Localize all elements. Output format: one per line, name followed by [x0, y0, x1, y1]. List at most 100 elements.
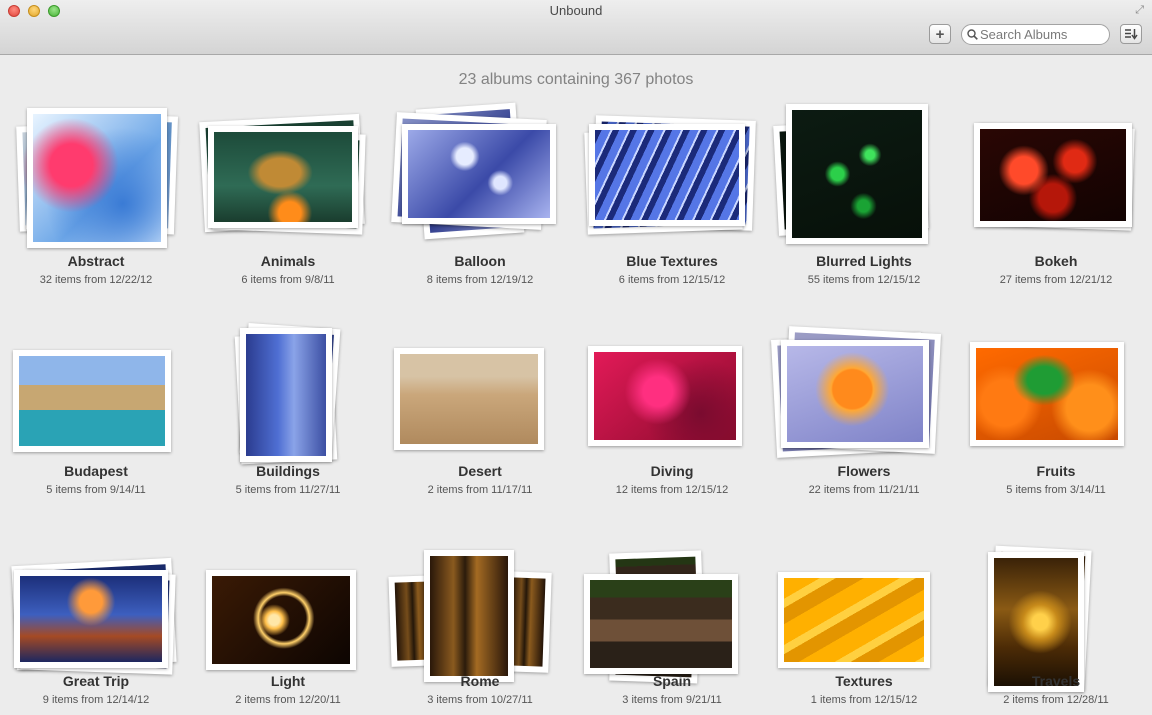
- album-title: Textures: [835, 673, 893, 689]
- album-title: Great Trip: [62, 673, 130, 689]
- album-abstract[interactable]: Abstract 32 items from 12/22/12: [0, 96, 192, 301]
- album-item-count: 12 items from 12/15/12: [615, 484, 729, 496]
- escalator-image: [20, 576, 162, 662]
- toolbar: Unbound ⤢ +: [0, 0, 1152, 55]
- album-title: Rome: [460, 673, 500, 689]
- sort-button[interactable]: [1120, 24, 1142, 44]
- album-blurred-lights[interactable]: Blurred Lights 55 items from 12/15/12: [768, 96, 960, 301]
- album-cover-photo[interactable]: [394, 348, 544, 450]
- album-cover-photo[interactable]: [206, 570, 356, 670]
- pink-coral-image: [594, 352, 736, 440]
- butterfly-image: [214, 132, 352, 222]
- album-photo-stack[interactable]: [768, 96, 960, 246]
- desert-walker-image: [400, 354, 538, 444]
- album-item-count: 3 items from 10/27/11: [427, 694, 533, 706]
- album-photo-stack[interactable]: [768, 306, 960, 458]
- album-cover-photo[interactable]: [402, 124, 556, 224]
- album-item-count: 5 items from 9/14/11: [46, 484, 146, 496]
- yellow-texture-image: [784, 578, 924, 662]
- album-item-count: 22 items from 11/21/11: [808, 484, 920, 496]
- fullscreen-icon[interactable]: ⤢: [1135, 4, 1144, 17]
- album-item-count: 2 items from 12/20/11: [235, 694, 341, 706]
- album-textures[interactable]: Textures 1 items from 12/15/12: [768, 516, 960, 715]
- album-budapest[interactable]: Budapest 5 items from 9/14/11: [0, 306, 192, 511]
- album-item-count: 2 items from 12/28/11: [1003, 694, 1109, 706]
- cistern-image: [508, 577, 546, 667]
- orange-flower-image: [787, 346, 923, 442]
- album-travels[interactable]: Travels 2 items from 12/28/11: [960, 516, 1152, 715]
- album-cover-photo[interactable]: [424, 550, 514, 682]
- album-title: Abstract: [67, 253, 125, 269]
- album-cover-photo[interactable]: [584, 574, 738, 674]
- album-buildings[interactable]: Buildings 5 items from 11/27/11: [192, 306, 384, 511]
- album-photo-stack[interactable]: [192, 96, 384, 246]
- album-cover-photo[interactable]: [589, 124, 745, 226]
- album-photo-stack[interactable]: [0, 516, 192, 675]
- golden-temple-image: [994, 558, 1078, 686]
- album-cover-photo[interactable]: [778, 572, 930, 668]
- album-photo-stack[interactable]: [960, 306, 1152, 456]
- album-rome[interactable]: Rome 3 items from 10/27/11: [384, 516, 576, 715]
- album-photo-stack[interactable]: [384, 306, 576, 456]
- album-title: Diving: [650, 463, 694, 479]
- album-animals[interactable]: Animals 6 items from 9/8/11: [192, 96, 384, 301]
- album-desert[interactable]: Desert 2 items from 11/17/11: [384, 306, 576, 511]
- album-cover-photo[interactable]: [13, 350, 171, 452]
- album-cover-photo[interactable]: [14, 570, 168, 668]
- search-field[interactable]: [961, 24, 1110, 45]
- album-title: Blurred Lights: [816, 253, 912, 269]
- budapest-bath-image: [19, 356, 165, 446]
- album-cover-photo[interactable]: [27, 108, 167, 248]
- album-item-count: 9 items from 12/14/12: [42, 694, 150, 706]
- album-cover-photo[interactable]: [208, 126, 358, 228]
- album-photo-stack[interactable]: [576, 306, 768, 456]
- peppers-image: [976, 348, 1118, 440]
- fire-circles-image: [212, 576, 350, 664]
- add-album-button[interactable]: +: [929, 24, 951, 44]
- album-item-count: 6 items from 12/15/12: [618, 274, 726, 286]
- album-photo-stack[interactable]: [960, 516, 1152, 692]
- window-title: Unbound: [549, 3, 603, 18]
- album-cover-photo[interactable]: [240, 328, 332, 462]
- album-item-count: 1 items from 12/15/12: [810, 694, 918, 706]
- album-cover-photo[interactable]: [988, 552, 1084, 692]
- blue-street-image: [246, 334, 326, 456]
- album-title: Desert: [458, 463, 502, 479]
- album-diving[interactable]: Diving 12 items from 12/15/12: [576, 306, 768, 511]
- album-photo-stack[interactable]: [576, 516, 768, 684]
- search-input[interactable]: [978, 27, 1104, 42]
- album-photo-stack[interactable]: [0, 306, 192, 456]
- album-cover-photo[interactable]: [588, 346, 742, 446]
- album-photo-stack[interactable]: [576, 96, 768, 246]
- album-blue-textures[interactable]: Blue Textures 6 items from 12/15/12: [576, 96, 768, 301]
- album-great-trip[interactable]: Great Trip 9 items from 12/14/12: [0, 516, 192, 715]
- album-bokeh[interactable]: Bokeh 27 items from 12/21/12: [960, 96, 1152, 301]
- album-title: Buildings: [256, 463, 320, 479]
- album-photo-stack[interactable]: [192, 306, 384, 465]
- album-photo-stack[interactable]: [768, 516, 960, 668]
- album-item-count: 3 items from 9/21/11: [622, 694, 722, 706]
- album-cover-photo[interactable]: [786, 104, 928, 244]
- search-icon: [967, 29, 978, 40]
- album-cover-photo[interactable]: [970, 342, 1124, 446]
- album-title: Flowers: [837, 463, 891, 479]
- album-flowers[interactable]: Flowers 22 items from 11/21/11: [768, 306, 960, 511]
- album-cover-photo[interactable]: [974, 123, 1132, 227]
- album-title: Spain: [652, 673, 692, 689]
- album-light[interactable]: Light 2 items from 12/20/11: [192, 516, 384, 715]
- album-title: Travels: [1031, 673, 1081, 689]
- album-photo-stack[interactable]: [384, 96, 576, 246]
- album-photo-stack[interactable]: [192, 516, 384, 670]
- album-title: Fruits: [1036, 463, 1076, 479]
- album-photo-stack[interactable]: [384, 516, 576, 682]
- album-photo-stack[interactable]: [0, 96, 192, 248]
- abstract-drops-image: [33, 114, 161, 242]
- album-fruits[interactable]: Fruits 5 items from 3/14/11: [960, 306, 1152, 511]
- red-bokeh-image: [980, 129, 1126, 221]
- blue-lines-image: [595, 130, 739, 220]
- album-title: Animals: [260, 253, 316, 269]
- album-spain[interactable]: Spain 3 items from 9/21/11: [576, 516, 768, 715]
- album-photo-stack[interactable]: [960, 96, 1152, 246]
- album-cover-photo[interactable]: [781, 340, 929, 448]
- album-balloon[interactable]: Balloon 8 items from 12/19/12: [384, 96, 576, 301]
